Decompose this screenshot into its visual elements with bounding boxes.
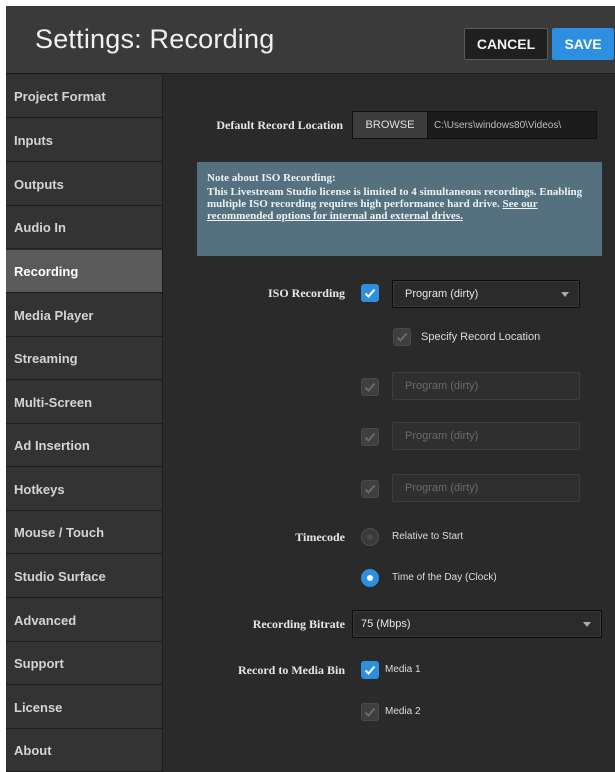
browse-button[interactable]: BROWSE [353, 112, 428, 138]
cancel-button[interactable]: CANCEL [464, 28, 548, 60]
settings-window: Settings: Recording CANCEL SAVE Project … [6, 6, 615, 772]
record-location-label: Default Record Location [216, 118, 343, 132]
iso-source-select-3[interactable]: Program (dirty) [392, 422, 580, 450]
chevron-down-icon [583, 622, 591, 627]
iso-extra-checkbox-2[interactable] [361, 378, 379, 396]
record-location-path[interactable]: C:\Users\windows80\Videos\ [428, 112, 596, 138]
sidebar-item-support[interactable]: Support [6, 642, 162, 685]
sidebar-item-multi-screen[interactable]: Multi-Screen [6, 381, 162, 424]
title-bar: Settings: Recording CANCEL SAVE [6, 6, 615, 74]
media-bin-label: Record to Media Bin [238, 663, 345, 677]
sidebar-item-project-format[interactable]: Project Format [6, 75, 162, 118]
iso-extra-checkbox-3[interactable] [361, 428, 379, 446]
check-icon [364, 665, 376, 675]
specify-location-label: Specify Record Location [421, 331, 541, 343]
specify-location-checkbox[interactable] [393, 328, 411, 346]
check-icon [396, 332, 408, 342]
sidebar-item-outputs[interactable]: Outputs [6, 163, 162, 206]
iso-source-select-3-value: Program (dirty) [405, 430, 479, 442]
iso-source-select-1-value: Program (dirty) [405, 288, 479, 300]
iso-source-select-4-value: Program (dirty) [405, 482, 479, 494]
iso-recording-checkbox[interactable] [361, 284, 379, 302]
save-button[interactable]: SAVE [552, 28, 614, 60]
media-1-checkbox[interactable] [361, 661, 379, 679]
sidebar-item-inputs[interactable]: Inputs [6, 119, 162, 162]
timecode-clock-label: Time of the Day (Clock) [392, 572, 497, 583]
timecode-clock-radio[interactable] [361, 569, 379, 587]
note-title: Note about ISO Recording: [207, 172, 336, 184]
sidebar-item-ad-insertion[interactable]: Ad Insertion [6, 424, 162, 467]
bitrate-label: Recording Bitrate [252, 617, 345, 631]
recording-settings-panel: Default Record Location BROWSE C:\Users\… [163, 75, 615, 772]
sidebar-item-about[interactable]: About [6, 729, 162, 772]
iso-recording-label: ISO Recording [267, 286, 345, 300]
bitrate-select-value: 75 (Mbps) [361, 618, 411, 630]
note-body: This Livestream Studio license is limite… [207, 186, 592, 222]
settings-sidebar: Project Format Inputs Outputs Audio In R… [6, 75, 162, 772]
timecode-relative-label: Relative to Start [392, 531, 464, 542]
iso-recording-note: Note about ISO Recording: This Livestrea… [197, 162, 602, 256]
check-icon [364, 382, 376, 392]
iso-source-select-2[interactable]: Program (dirty) [392, 372, 580, 400]
check-icon [364, 288, 376, 298]
sidebar-item-recording[interactable]: Recording [6, 250, 162, 293]
sidebar-item-mouse-touch[interactable]: Mouse / Touch [6, 511, 162, 554]
sidebar-item-advanced[interactable]: Advanced [6, 599, 162, 642]
media-2-checkbox[interactable] [361, 703, 379, 721]
timecode-label: Timecode [295, 530, 345, 544]
sidebar-item-hotkeys[interactable]: Hotkeys [6, 468, 162, 511]
record-location-group: BROWSE C:\Users\windows80\Videos\ [352, 111, 597, 139]
sidebar-item-audio-in[interactable]: Audio In [6, 206, 162, 249]
check-icon [364, 432, 376, 442]
timecode-relative-radio[interactable] [361, 528, 379, 546]
bitrate-select[interactable]: 75 (Mbps) [352, 610, 602, 638]
check-icon [364, 484, 376, 494]
sidebar-item-license[interactable]: License [6, 686, 162, 729]
iso-source-select-4[interactable]: Program (dirty) [392, 474, 580, 502]
media-2-label: Media 2 [385, 706, 421, 717]
check-icon [364, 707, 376, 717]
sidebar-item-studio-surface[interactable]: Studio Surface [6, 555, 162, 598]
sidebar-item-streaming[interactable]: Streaming [6, 337, 162, 380]
media-1-label: Media 1 [385, 664, 421, 675]
iso-source-select-1[interactable]: Program (dirty) [392, 280, 580, 308]
chevron-down-icon [561, 292, 569, 297]
iso-extra-checkbox-4[interactable] [361, 480, 379, 498]
iso-source-select-2-value: Program (dirty) [405, 380, 479, 392]
sidebar-item-media-player[interactable]: Media Player [6, 294, 162, 337]
page-title: Settings: Recording [35, 24, 275, 54]
